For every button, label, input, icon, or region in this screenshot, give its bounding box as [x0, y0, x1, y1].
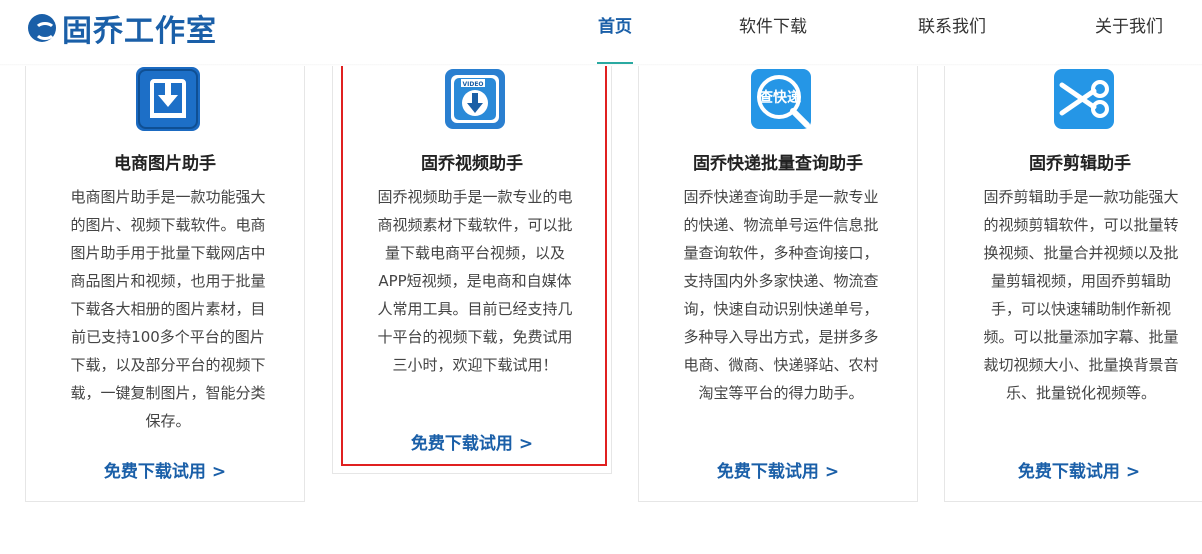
logo-text: 固乔工作室 [62, 14, 217, 49]
express-search-icon: 查快递 [749, 67, 813, 131]
nav-software-download[interactable]: 软件下载 [739, 12, 807, 37]
card-title: 固乔快递批量查询助手 [693, 154, 863, 174]
card-title: 电商图片助手 [114, 154, 216, 174]
nav-home[interactable]: 首页 [598, 12, 632, 37]
scissors-icon [1052, 67, 1116, 131]
nav-contact-us[interactable]: 联系我们 [918, 12, 986, 37]
nav-about-us[interactable]: 关于我们 [1095, 12, 1163, 37]
product-card-ecommerce-image: 电商图片助手 电商图片助手是一款功能强大的图片、视频下载软件。电商图片助手用于批… [25, 36, 305, 502]
download-icon [136, 67, 200, 131]
highlight-box [341, 42, 607, 466]
logo-icon [28, 14, 56, 42]
card-description: 固乔快递查询助手是一款专业的快递、物流单号运件信息批量查询软件，多种查询接口，支… [683, 188, 879, 402]
express-icon-label: 查快递 [759, 89, 801, 106]
product-card-video-editor: 固乔剪辑助手 固乔剪辑助手是一款功能强大的视频剪辑软件，可以批量转换视频、批量合… [944, 36, 1202, 502]
site-header: 固乔工作室 首页 软件下载 联系我们 关于我们 [0, 0, 1202, 64]
card-title: 固乔剪辑助手 [1029, 154, 1131, 174]
free-download-link[interactable]: 免费下载试用 > [945, 457, 1202, 482]
card-description: 固乔剪辑助手是一款功能强大的视频剪辑软件，可以批量转换视频、批量合并视频以及批量… [983, 188, 1179, 402]
nav-active-indicator [597, 62, 633, 64]
card-description: 电商图片助手是一款功能强大的图片、视频下载软件。电商图片助手用于批量下载网店中商… [70, 188, 266, 430]
free-download-link[interactable]: 免费下载试用 > [26, 457, 304, 482]
site-logo[interactable]: 固乔工作室 [28, 6, 217, 50]
product-card-express-query: 查快递 固乔快递批量查询助手 固乔快递查询助手是一款专业的快递、物流单号运件信息… [638, 36, 918, 502]
free-download-link[interactable]: 免费下载试用 > [639, 457, 917, 482]
